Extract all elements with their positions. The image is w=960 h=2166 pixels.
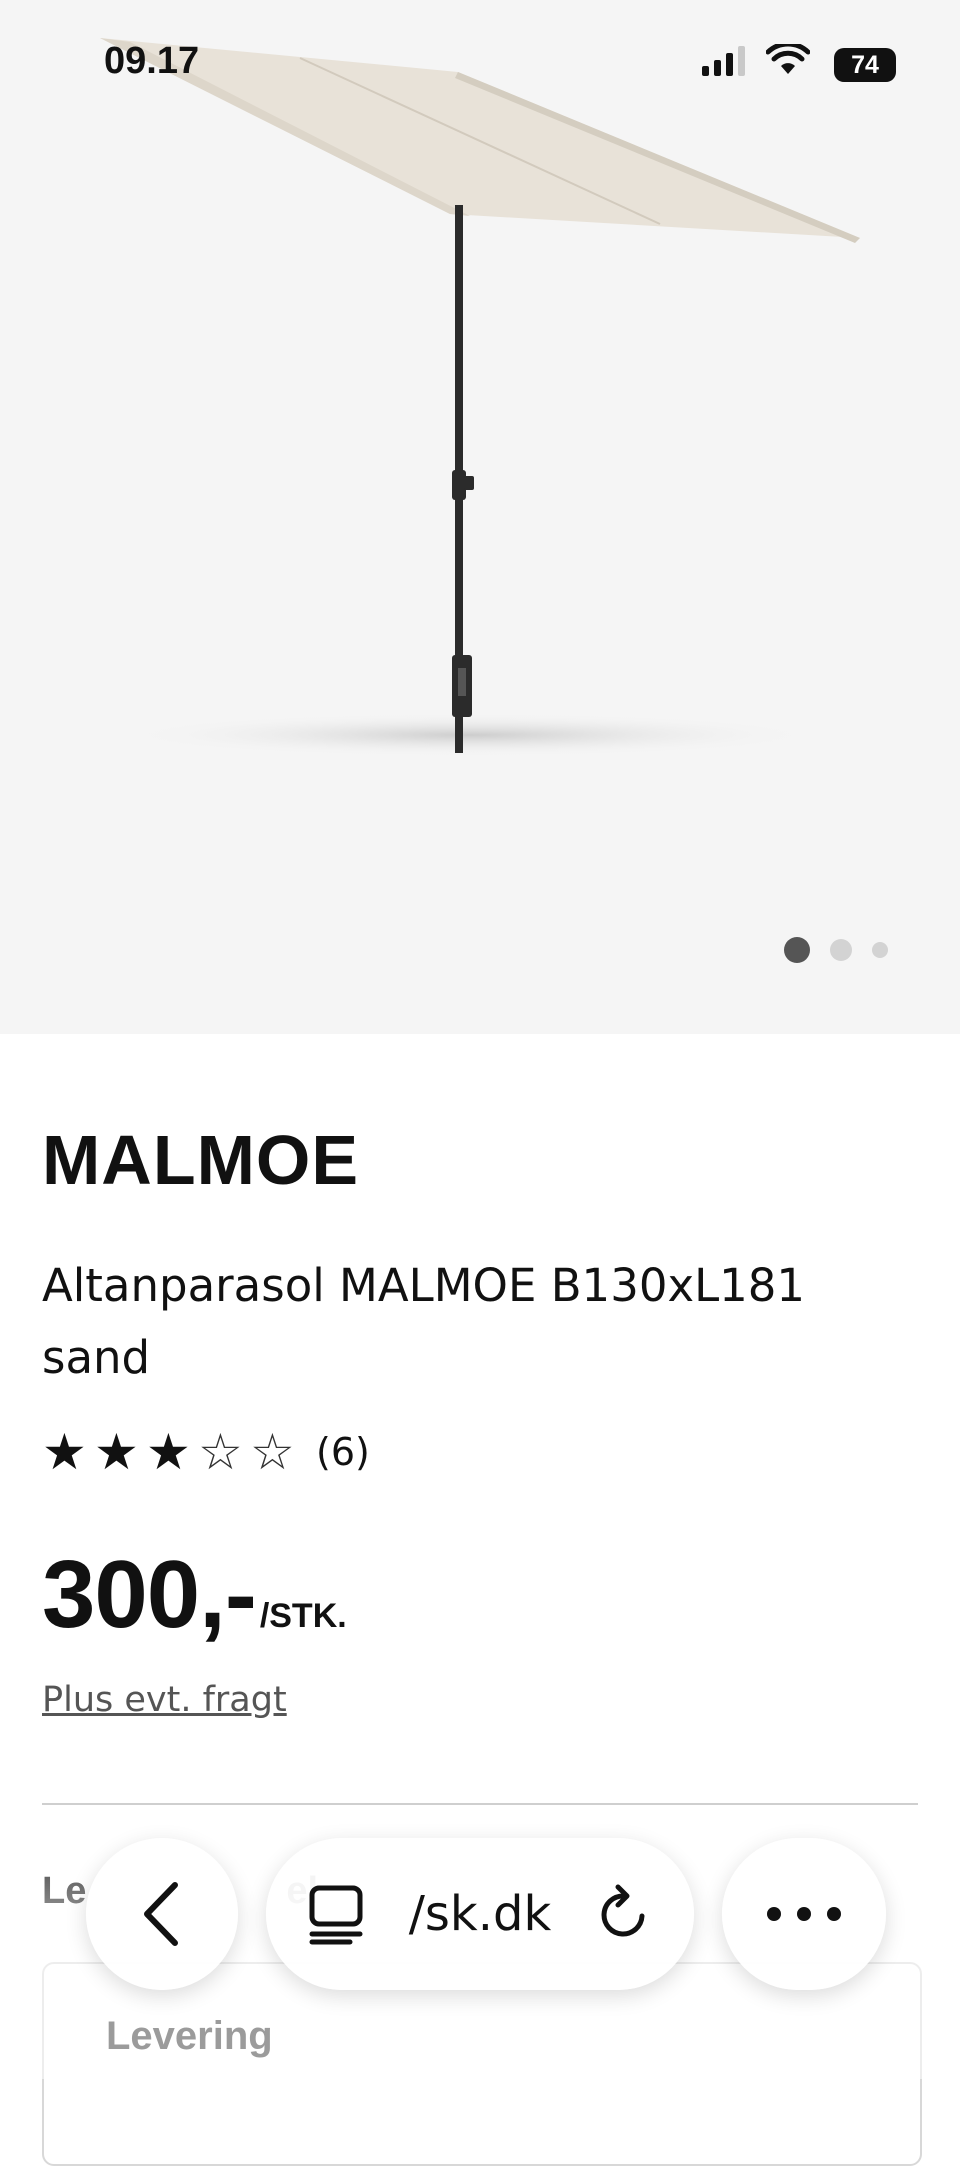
star-filled-icon: ★ [42, 1423, 87, 1481]
product-price: 300,- [42, 1541, 257, 1648]
product-image-area[interactable]: 09.17 74 [0, 0, 960, 1034]
star-empty-icon: ☆ [250, 1423, 295, 1481]
price-unit: /STK. [259, 1597, 347, 1635]
product-brand: MALMOE [42, 1121, 360, 1199]
carousel-dot-3[interactable] [872, 942, 888, 958]
divider [42, 1803, 918, 1805]
back-button[interactable] [86, 1838, 238, 1990]
chevron-left-icon [144, 1882, 178, 1946]
star-filled-icon: ★ [146, 1423, 191, 1481]
status-bar: 09.17 74 [0, 0, 960, 120]
url-text[interactable]: /sk.dk [409, 1886, 552, 1942]
carousel-dot-1[interactable] [784, 937, 810, 963]
more-icon [767, 1907, 841, 1921]
delivery-option-label: Levering [106, 2014, 273, 2058]
address-bar[interactable]: /sk.dk [266, 1838, 694, 1990]
delivery-option-box[interactable]: Levering [42, 1962, 922, 2166]
more-button[interactable] [722, 1838, 886, 1990]
status-time: 09.17 [104, 40, 200, 82]
tabs-icon[interactable] [306, 1882, 366, 1946]
carousel-dots[interactable] [784, 937, 888, 963]
product-rating[interactable]: ★ ★ ★ ☆ ☆ (6) [42, 1422, 370, 1482]
star-filled-icon: ★ [94, 1423, 139, 1481]
price-row: 300,- /STK. [42, 1540, 347, 1650]
battery-indicator: 74 [834, 48, 896, 82]
reload-icon[interactable] [594, 1882, 654, 1946]
review-count[interactable]: (6) [316, 1430, 370, 1474]
wifi-icon [766, 44, 810, 74]
status-icons [700, 44, 810, 76]
cellular-signal-icon [702, 46, 745, 76]
carousel-dot-2[interactable] [830, 939, 852, 961]
star-empty-icon: ☆ [198, 1423, 243, 1481]
shipping-info-link[interactable]: Plus evt. fragt [42, 1680, 287, 1720]
battery-level: 74 [834, 48, 896, 82]
product-description: Altanparasol MALMOE B130xL181 sand [42, 1259, 806, 1384]
